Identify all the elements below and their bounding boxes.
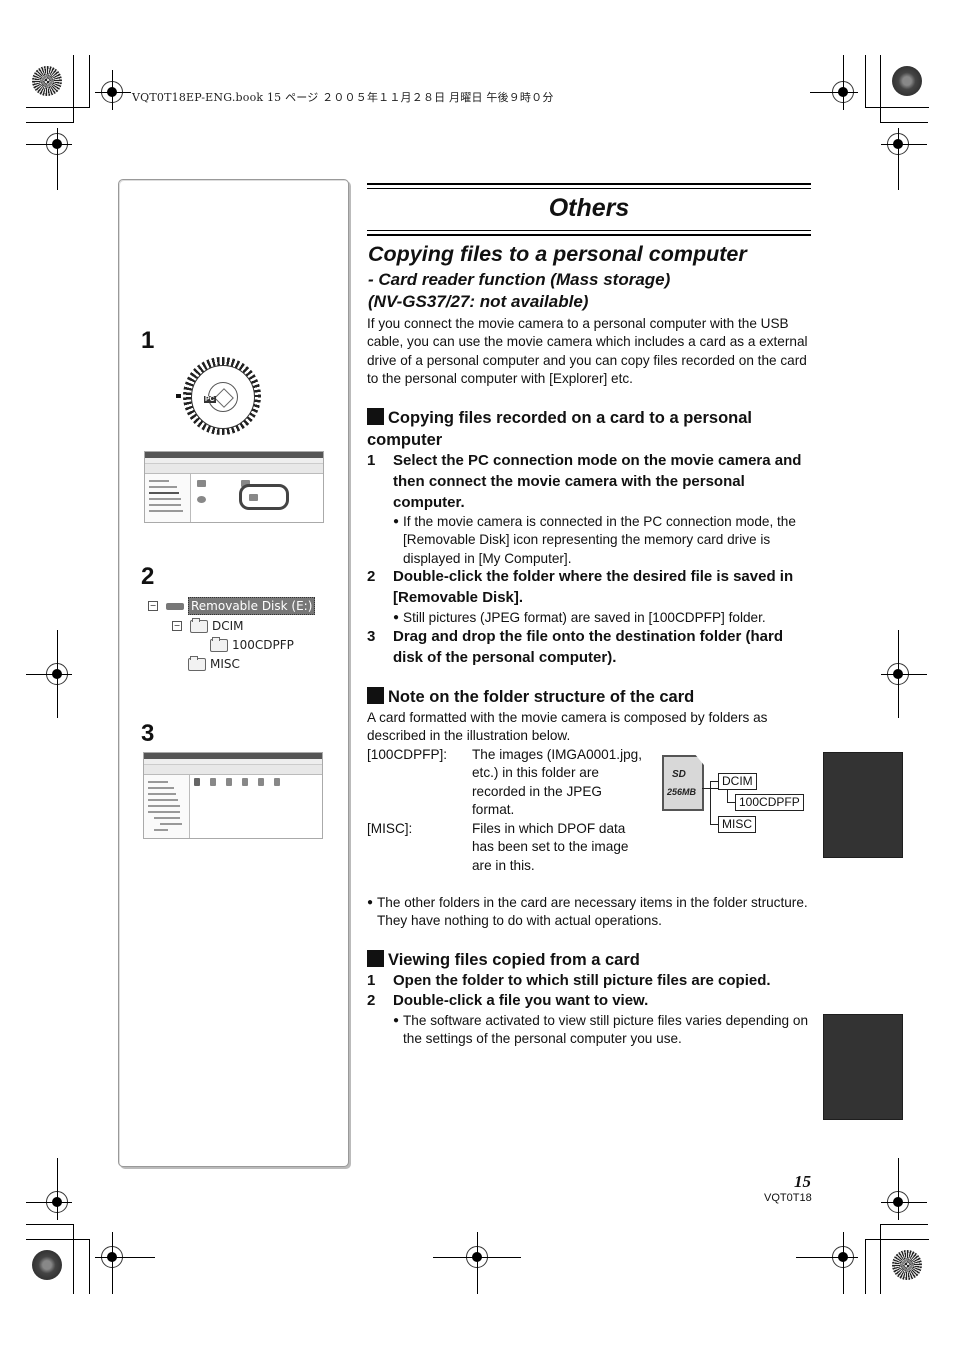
bullet-icon: ● [393, 612, 400, 623]
bullet-icon: ● [367, 897, 374, 908]
folder-icon [188, 655, 206, 671]
section-square-icon [367, 950, 384, 967]
mode-dial-icon: PC [183, 357, 261, 435]
registration-rosette-icon [892, 1250, 922, 1280]
view-step-2: 2 Double-click a file you want to view. [367, 992, 649, 1009]
chapter-tab-marker [823, 1014, 903, 1120]
definition-desc-misc: Files in which DPOF data has been set to… [472, 821, 629, 873]
intro-paragraph: If you connect the movie camera to a per… [367, 316, 808, 387]
print-header: VQT0T18EP-ENG.book 15 ページ ２００５年１１月２８日 月曜… [132, 91, 554, 104]
diagram-folder-100cdpfp: 100CDPFP [735, 794, 804, 811]
tree-item-removable-disk: Removable Disk (E:) [188, 597, 316, 615]
pc-mode-icon: PC [204, 396, 216, 403]
page-title: Copying files to a personal computer [368, 242, 747, 266]
step-3: 3 Drag and drop the file onto the destin… [367, 628, 783, 666]
folder-icon [210, 636, 228, 652]
collapse-icon: − [172, 621, 182, 631]
explorer-drag-drop-illustration [143, 752, 323, 839]
section-heading-folder-structure: Note on the folder structure of the card [367, 686, 812, 708]
section-heading-copying: Copying files recorded on a card to a pe… [367, 408, 752, 449]
page-number: 15 [794, 1172, 811, 1191]
definition-desc-100cdpfp: The images (IMGA0001.jpg, etc.) in this … [472, 747, 643, 818]
bullet-icon: ● [393, 516, 400, 527]
diagram-folder-misc: MISC [718, 816, 756, 833]
dial-indicator-icon [176, 394, 181, 398]
drive-icon [166, 602, 184, 610]
view-step-1: 1 Open the folder to which still picture… [367, 972, 771, 989]
folder-icon [190, 617, 208, 633]
registration-rosette-icon [32, 1250, 62, 1280]
section-square-icon [367, 687, 384, 704]
step-2: 2 Double-click the folder where the desi… [367, 568, 794, 606]
section-heading-viewing: Viewing files copied from a card [367, 949, 812, 971]
tree-item-misc: MISC [210, 657, 240, 671]
my-computer-window-illustration [144, 451, 324, 523]
chapter-tab-marker [823, 752, 903, 858]
page-subtitle: - Card reader function (Mass storage) [368, 270, 671, 289]
step-1-note: ● If the movie camera is connected in th… [393, 514, 796, 566]
definition-term-misc: [MISC]: [367, 821, 413, 836]
page-subtitle-availability: (NV-GS37/27: not available) [368, 292, 589, 311]
tree-item-100cdpfp: 100CDPFP [232, 638, 294, 652]
sd-card-icon: SD 256MB [662, 755, 704, 811]
definition-term-100cdpfp: [100CDPFP]: [367, 747, 448, 762]
folder-structure-note: ● The other folders in the card are nece… [367, 895, 808, 929]
illustration-step-number: 1 [141, 327, 155, 354]
folder-structure-intro: A card formatted with the movie camera i… [367, 710, 768, 744]
step-1: 1 Select the PC connection mode on the m… [367, 452, 802, 511]
section-square-icon [367, 408, 384, 425]
view-step-2-note: ● The software activated to view still p… [393, 1013, 808, 1047]
illustration-step-number: 3 [141, 720, 155, 747]
registration-rosette-icon [892, 66, 922, 96]
document-code: VQT0T18 [764, 1192, 812, 1204]
step-2-note: ● Still pictures (JPEG format) are saved… [393, 609, 813, 627]
tree-item-dcim: DCIM [212, 619, 244, 633]
collapse-icon: − [148, 601, 158, 611]
bullet-icon: ● [393, 1015, 400, 1026]
chapter-title: Others [548, 194, 630, 222]
removable-disk-highlight [239, 484, 289, 510]
registration-rosette-icon [32, 66, 62, 96]
illustration-step-number: 2 [141, 563, 155, 590]
diagram-folder-dcim: DCIM [718, 773, 757, 790]
